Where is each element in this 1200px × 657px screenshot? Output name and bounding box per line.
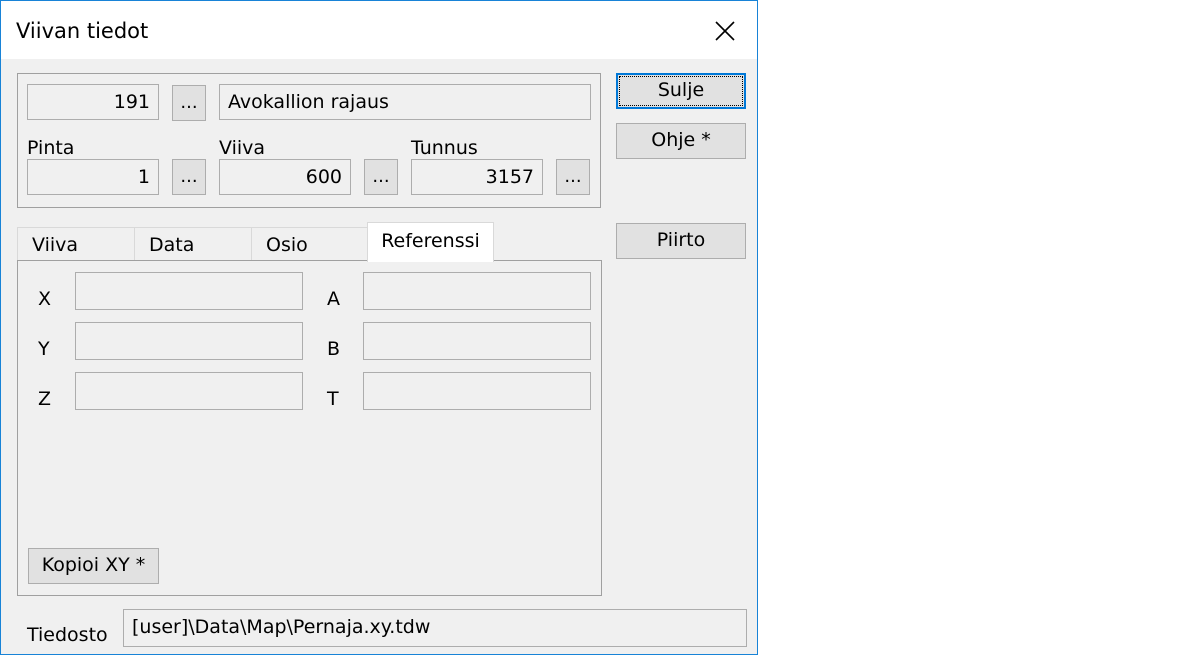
copy-xy-button[interactable]: Kopioi XY * xyxy=(28,548,159,584)
z-label: Z xyxy=(38,388,52,410)
tunnus-field[interactable]: 3157 xyxy=(411,159,543,195)
viiva-label: Viiva xyxy=(219,137,266,159)
a-label: A xyxy=(327,288,340,310)
file-label: Tiedosto xyxy=(27,624,108,646)
y-field[interactable] xyxy=(75,322,303,360)
pinta-field[interactable]: 1 xyxy=(27,159,159,195)
sulje-label: Sulje xyxy=(657,79,705,101)
line-id-browse-button[interactable]: ... xyxy=(172,85,206,121)
line-info-dialog: Viivan tiedot 191 ... Avokallion rajaus … xyxy=(0,0,758,655)
y-label: Y xyxy=(38,338,50,360)
tab-viiva[interactable]: Viiva xyxy=(17,227,136,261)
title-bar: Viivan tiedot xyxy=(1,1,757,59)
a-field[interactable] xyxy=(363,272,591,310)
t-label: T xyxy=(327,388,339,410)
tunnus-label: Tunnus xyxy=(411,137,478,159)
close-button[interactable] xyxy=(701,9,749,53)
pinta-label: Pinta xyxy=(27,137,75,159)
help-button[interactable]: Ohje * xyxy=(616,123,746,159)
file-path-field[interactable]: [user]\Data\Map\Pernaja.xy.tdw xyxy=(123,609,747,647)
close-icon xyxy=(715,21,735,41)
window-title: Viivan tiedot xyxy=(16,19,149,43)
line-name-field[interactable]: Avokallion rajaus xyxy=(219,84,591,120)
pinta-browse-button[interactable]: ... xyxy=(172,159,206,195)
tunnus-browse-button[interactable]: ... xyxy=(556,159,590,195)
x-label: X xyxy=(38,288,52,310)
t-field[interactable] xyxy=(363,372,591,410)
close-dialog-button[interactable]: Sulje xyxy=(616,73,746,109)
b-label: B xyxy=(327,338,341,360)
b-field[interactable] xyxy=(363,322,591,360)
draw-button[interactable]: Piirto xyxy=(616,223,746,259)
tab-osio[interactable]: Osio xyxy=(251,227,369,261)
viiva-field[interactable]: 600 xyxy=(219,159,351,195)
tab-data[interactable]: Data xyxy=(134,227,253,261)
tab-referenssi[interactable]: Referenssi xyxy=(367,222,494,262)
line-id-field[interactable]: 191 xyxy=(27,84,159,120)
z-field[interactable] xyxy=(75,372,303,410)
x-field[interactable] xyxy=(75,272,303,310)
viiva-browse-button[interactable]: ... xyxy=(364,159,398,195)
reference-tab-panel: X Y Z A B T Kopioi XY * xyxy=(17,260,602,596)
